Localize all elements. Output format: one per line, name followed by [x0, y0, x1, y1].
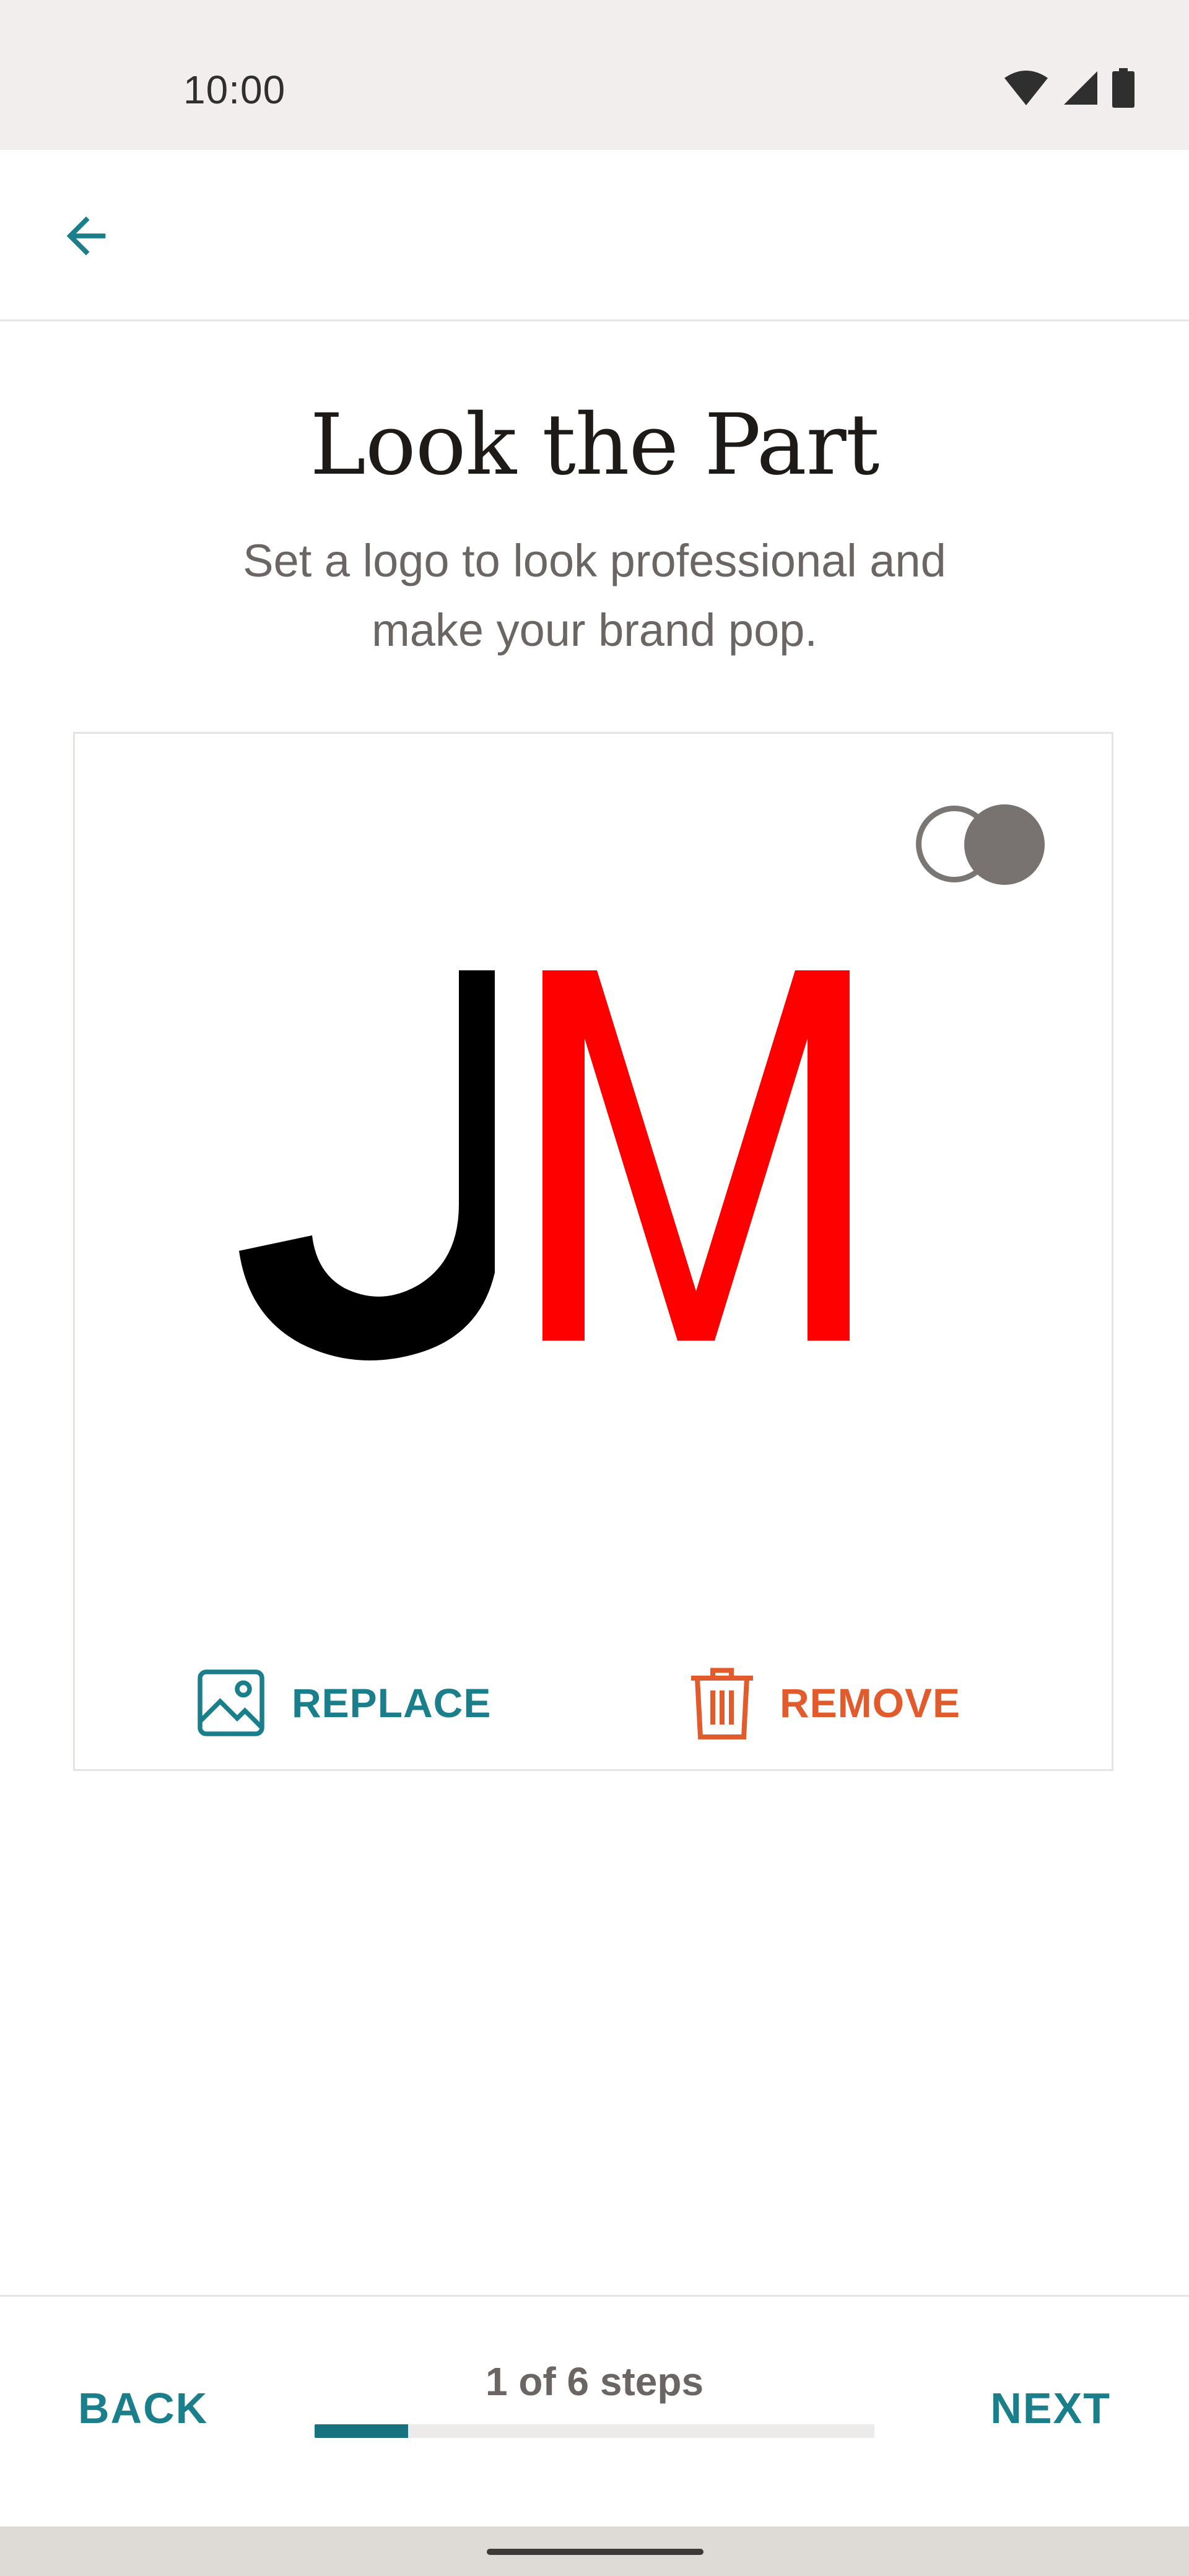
- battery-icon: [1112, 68, 1135, 108]
- status-time: 10:00: [183, 67, 286, 112]
- replace-label: REPLACE: [292, 1680, 492, 1726]
- logo-background-toggle[interactable]: [916, 804, 1046, 885]
- logo-letter-j: [239, 970, 495, 1360]
- bottom-navigation: BACK 1 of 6 steps NEXT: [0, 2295, 1189, 2528]
- page-title: Look the Part: [310, 396, 880, 494]
- logo-letter-m: [542, 970, 850, 1341]
- remove-label: REMOVE: [780, 1680, 961, 1726]
- wifi-icon: [1004, 71, 1048, 105]
- toggle-knob: [964, 804, 1045, 885]
- cell-signal-icon: [1064, 71, 1097, 105]
- status-bar: 10:00: [0, 0, 1189, 150]
- logo-image: [239, 970, 850, 1360]
- image-icon: [198, 1669, 264, 1736]
- trash-icon: [691, 1668, 753, 1739]
- gesture-nav-area: [0, 2526, 1189, 2576]
- gesture-handle[interactable]: [487, 2549, 703, 2555]
- logo-card: REPLACE REMOVE: [73, 732, 1113, 1771]
- top-app-bar: [0, 150, 1189, 321]
- logo-card-actions: REPLACE REMOVE: [75, 1656, 1112, 1749]
- replace-logo-button[interactable]: REPLACE: [194, 1656, 491, 1749]
- next-button[interactable]: NEXT: [990, 2383, 1111, 2433]
- progress-bar: [315, 2424, 874, 2438]
- arrow-left-icon[interactable]: [57, 207, 115, 265]
- status-icons: [1003, 68, 1135, 108]
- progress-fill: [315, 2424, 408, 2438]
- remove-logo-button[interactable]: REMOVE: [688, 1656, 960, 1749]
- page-subtitle: Set a logo to look professional and make…: [243, 535, 946, 656]
